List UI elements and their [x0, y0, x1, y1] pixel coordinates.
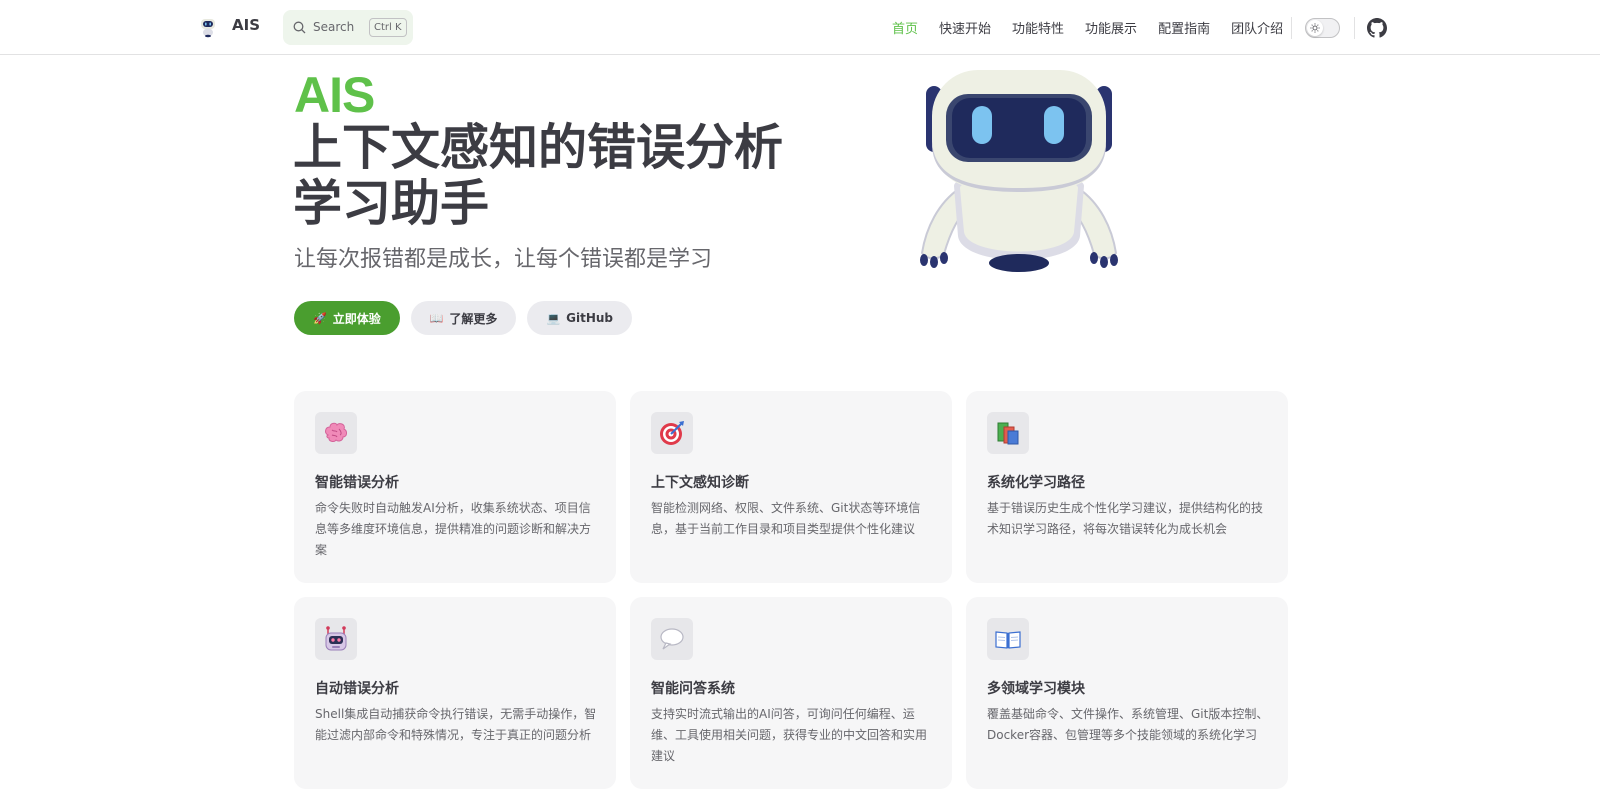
- nav-link-home[interactable]: 首页: [892, 18, 918, 37]
- search-button[interactable]: Search Ctrl K: [283, 10, 413, 45]
- nav-divider: [1354, 17, 1355, 39]
- book-icon: 📖: [429, 311, 444, 325]
- brain-icon: [325, 422, 347, 442]
- feature-card[interactable]: 智能错误分析 命令失败时自动触发AI分析，收集系统状态、项目信息等多维度环境信息…: [294, 391, 616, 583]
- hero-name: AIS: [294, 67, 375, 123]
- nav-divider: [1291, 17, 1292, 39]
- feature-card[interactable]: 上下文感知诊断 智能检测网络、权限、文件系统、Git状态等环境信息，基于当前工作…: [630, 391, 952, 583]
- feature-icon-box: [315, 618, 357, 660]
- feature-icon-box: [987, 412, 1029, 454]
- rocket-icon: 🚀: [313, 311, 327, 325]
- nav-link-features[interactable]: 功能特性: [1012, 18, 1064, 37]
- target-icon: [660, 421, 684, 445]
- hero-actions: 🚀 立即体验 📖 了解更多 💻 GitHub: [294, 301, 643, 335]
- feature-card[interactable]: 多领域学习模块 覆盖基础命令、文件操作、系统管理、Git版本控制、Docker容…: [966, 597, 1288, 789]
- feature-description: 支持实时流式输出的AI问答，可询问任何编程、运维、工具使用相关问题，获得专业的中…: [651, 707, 928, 763]
- search-icon: [293, 21, 306, 34]
- search-label: Search: [313, 20, 355, 34]
- feature-card[interactable]: 系统化学习路径 基于错误历史生成个性化学习建议，提供结构化的技术知识学习路径，将…: [966, 391, 1288, 583]
- theme-toggle[interactable]: [1305, 18, 1340, 38]
- github-button[interactable]: 💻 GitHub: [527, 301, 633, 335]
- try-now-label: 立即体验: [332, 311, 381, 326]
- learn-more-button[interactable]: 📖 了解更多: [410, 301, 517, 335]
- hero-tagline: 让每次报错都是成长，让每个错误都是学习: [294, 247, 713, 272]
- feature-icon-box: [651, 618, 693, 660]
- feature-title: 自动错误分析: [315, 681, 399, 697]
- search-shortcut: Ctrl K: [369, 18, 407, 37]
- feature-icon-box: [651, 412, 693, 454]
- nav-links: 首页 快速开始 功能特性 功能展示 配置指南 团队介绍: [892, 18, 1304, 37]
- github-icon[interactable]: [1367, 18, 1387, 38]
- feature-title: 智能错误分析: [315, 475, 399, 491]
- nav-link-team[interactable]: 团队介绍: [1231, 18, 1283, 37]
- feature-description: Shell集成自动捕获命令执行错误，无需手动操作，智能过滤内部命令和特殊情况，专…: [315, 707, 597, 742]
- robot-mascot-image: [920, 70, 1118, 272]
- robot-icon: [325, 626, 347, 651]
- toggle-knob: [1307, 20, 1323, 36]
- brand-name[interactable]: AIS: [232, 16, 260, 34]
- feature-icon-box: [987, 618, 1029, 660]
- feature-description: 命令失败时自动触发AI分析，收集系统状态、项目信息等多维度环境信息，提供精准的问…: [315, 501, 592, 557]
- laptop-icon: 💻: [546, 311, 561, 325]
- learn-more-label: 了解更多: [449, 311, 498, 326]
- feature-title: 多领域学习模块: [987, 681, 1085, 697]
- feature-card[interactable]: 智能问答系统 支持实时流式输出的AI问答，可询问任何编程、运维、工具使用相关问题…: [630, 597, 952, 789]
- sun-icon: [1310, 23, 1320, 33]
- nav-link-config[interactable]: 配置指南: [1158, 18, 1210, 37]
- robot-logo-icon[interactable]: [197, 16, 219, 38]
- feature-icon-box: [315, 412, 357, 454]
- books-icon: [997, 422, 1019, 445]
- feature-card[interactable]: 自动错误分析 Shell集成自动捕获命令执行错误，无需手动操作，智能过滤内部命令…: [294, 597, 616, 789]
- hero-text: 上下文感知的错误分析学习助手: [293, 119, 784, 232]
- feature-description: 覆盖基础命令、文件操作、系统管理、Git版本控制、Docker容器、包管理等多个…: [987, 707, 1269, 742]
- feature-description: 智能检测网络、权限、文件系统、Git状态等环境信息，基于当前工作目录和项目类型提…: [651, 501, 921, 536]
- feature-title: 智能问答系统: [651, 681, 735, 697]
- speech-bubble-icon: [660, 628, 684, 650]
- github-label: GitHub: [566, 311, 614, 325]
- feature-title: 上下文感知诊断: [651, 475, 749, 491]
- nav-link-quickstart[interactable]: 快速开始: [939, 18, 991, 37]
- top-nav: AIS Search Ctrl K 首页 快速开始 功能特性 功能展示 配置指南…: [0, 0, 1600, 55]
- feature-description: 基于错误历史生成个性化学习建议，提供结构化的技术知识学习路径，将每次错误转化为成…: [987, 501, 1264, 536]
- try-now-button[interactable]: 🚀 立即体验: [294, 301, 400, 335]
- nav-link-showcase[interactable]: 功能展示: [1085, 18, 1137, 37]
- open-book-icon: [995, 631, 1021, 649]
- feature-title: 系统化学习路径: [987, 475, 1085, 491]
